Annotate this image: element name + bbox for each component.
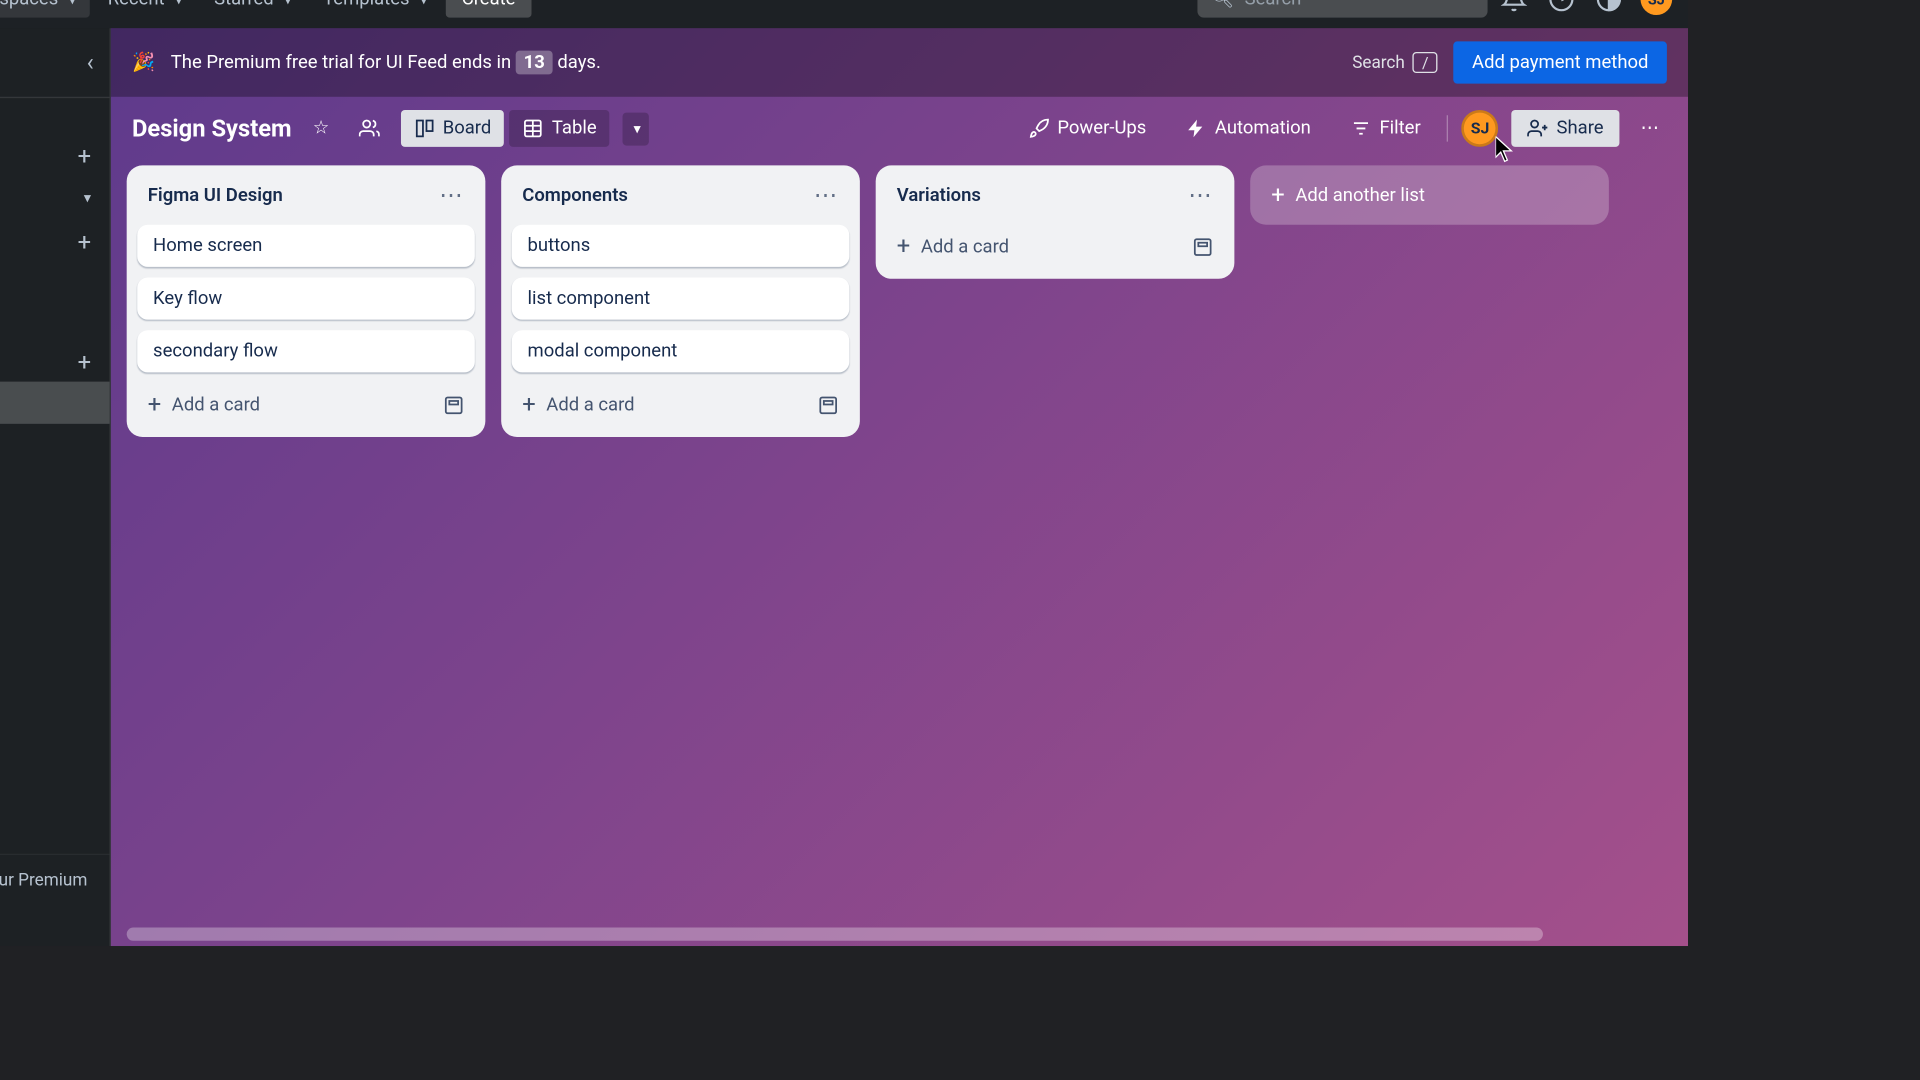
- sidebar-view-calendar[interactable]: Calendar: [0, 299, 110, 336]
- view-table-button[interactable]: Table: [510, 110, 610, 147]
- account-button[interactable]: SJ: [1635, 0, 1677, 20]
- board-view-icon: [414, 118, 435, 139]
- automation-button[interactable]: Automation: [1173, 110, 1324, 147]
- list-title[interactable]: Figma UI Design: [148, 184, 283, 205]
- chevron-down-icon: [81, 186, 91, 207]
- board-header: Design System ☆ Board Table Power-Ups: [111, 97, 1688, 160]
- table-view-icon: [523, 118, 544, 139]
- plus-icon: +: [897, 233, 910, 261]
- card[interactable]: list component: [512, 277, 850, 319]
- workspaces-menu[interactable]: Workspaces: [0, 0, 89, 18]
- filter-button[interactable]: Filter: [1337, 110, 1434, 147]
- trial-days: 13: [516, 51, 553, 75]
- add-member-icon[interactable]: +: [78, 143, 91, 171]
- board-area: 🎉 The Premium free trial for UI Feed end…: [111, 28, 1688, 946]
- add-card-button[interactable]: +Add a card: [137, 383, 475, 427]
- list-menu-button[interactable]: ⋯: [814, 181, 839, 209]
- add-board-icon[interactable]: +: [78, 349, 91, 377]
- add-view-icon[interactable]: +: [78, 229, 91, 257]
- plus-icon: +: [1271, 181, 1284, 209]
- filter-icon: [1350, 118, 1371, 139]
- add-card-button[interactable]: +Add a card: [512, 383, 850, 427]
- sidebar-item-members[interactable]: Members +: [0, 135, 110, 179]
- visibility-button[interactable]: [350, 110, 387, 147]
- sidebar-item-settings[interactable]: Workspace settings: [0, 179, 110, 216]
- templates-menu[interactable]: Templates: [310, 0, 441, 18]
- board-title[interactable]: Design System: [132, 115, 292, 143]
- trello-header: Trello Workspaces Recent Starred Templat…: [0, 0, 1688, 28]
- card[interactable]: secondary flow: [137, 330, 475, 372]
- create-button[interactable]: Create: [446, 0, 531, 18]
- plus-icon: +: [148, 391, 161, 419]
- header-search-input[interactable]: 🔍︎ Search: [1197, 0, 1487, 18]
- add-payment-button[interactable]: Add payment method: [1454, 41, 1667, 83]
- list-menu-button[interactable]: ⋯: [1188, 181, 1213, 209]
- card[interactable]: buttons: [512, 225, 850, 267]
- party-icon: 🎉: [132, 52, 155, 73]
- help-button[interactable]: [1540, 0, 1582, 20]
- notifications-button[interactable]: [1493, 0, 1535, 20]
- list-title[interactable]: Components: [522, 184, 628, 205]
- collapse-sidebar-icon[interactable]: ‹: [87, 49, 94, 77]
- rocket-icon: [1028, 118, 1049, 139]
- sidebar-view-table[interactable]: Table: [0, 262, 110, 299]
- share-icon: [1528, 118, 1549, 139]
- card[interactable]: Key flow: [137, 277, 475, 319]
- list: Components ⋯ buttons list component modal co…: [501, 165, 860, 437]
- board-menu-button[interactable]: ⋯: [1633, 110, 1667, 147]
- sidebar-board-item[interactable]: Design System: [0, 382, 110, 424]
- card[interactable]: Home screen: [137, 225, 475, 267]
- template-icon[interactable]: [1192, 236, 1213, 257]
- star-board-button[interactable]: ☆: [305, 110, 337, 147]
- list: Variations ⋯ +Add a card: [876, 165, 1235, 278]
- list-menu-button[interactable]: ⋯: [439, 181, 464, 209]
- sidebar: U UI Feed Premium ‹ Boards Members + Wor…: [0, 28, 111, 946]
- board-member[interactable]: SJ: [1462, 110, 1499, 147]
- trial-info: 13 days remaining in your Premium free t…: [0, 854, 110, 946]
- starred-menu[interactable]: Starred: [201, 0, 305, 18]
- list: Figma UI Design ⋯ Home screen Key flow secon…: [127, 165, 486, 437]
- sidebar-your-boards-header: Your boards +: [0, 335, 110, 381]
- powerups-button[interactable]: Power-Ups: [1015, 110, 1159, 147]
- plus-icon: +: [522, 391, 535, 419]
- search-hint: Search /: [1352, 52, 1438, 73]
- list-title[interactable]: Variations: [897, 184, 981, 205]
- trial-banner: 🎉 The Premium free trial for UI Feed end…: [111, 28, 1688, 97]
- card[interactable]: modal component: [512, 330, 850, 372]
- lists-container: Figma UI Design ⋯ Home screen Key flow secon…: [111, 160, 1688, 946]
- view-options-button[interactable]: [623, 112, 649, 145]
- add-list-button[interactable]: +Add another list: [1250, 165, 1609, 224]
- theme-button[interactable]: [1588, 0, 1630, 20]
- sidebar-views-header: Workspace views +: [0, 215, 110, 261]
- bolt-icon: [1186, 118, 1207, 139]
- recent-menu[interactable]: Recent: [95, 0, 196, 18]
- template-icon[interactable]: [443, 394, 464, 415]
- workspace-header[interactable]: U UI Feed Premium ‹: [0, 28, 110, 98]
- template-icon[interactable]: [818, 394, 839, 415]
- horizontal-scrollbar[interactable]: [127, 928, 1543, 941]
- add-card-button[interactable]: +Add a card: [886, 225, 1224, 269]
- share-button[interactable]: Share: [1512, 110, 1620, 147]
- sidebar-item-boards[interactable]: Boards: [0, 98, 110, 135]
- search-icon: 🔍︎: [1211, 0, 1234, 10]
- avatar: SJ: [1641, 0, 1673, 15]
- sidebar-board-item[interactable]: Website Redesign: [0, 424, 110, 466]
- view-board-button[interactable]: Board: [400, 110, 504, 147]
- search-key-badge: /: [1413, 52, 1438, 73]
